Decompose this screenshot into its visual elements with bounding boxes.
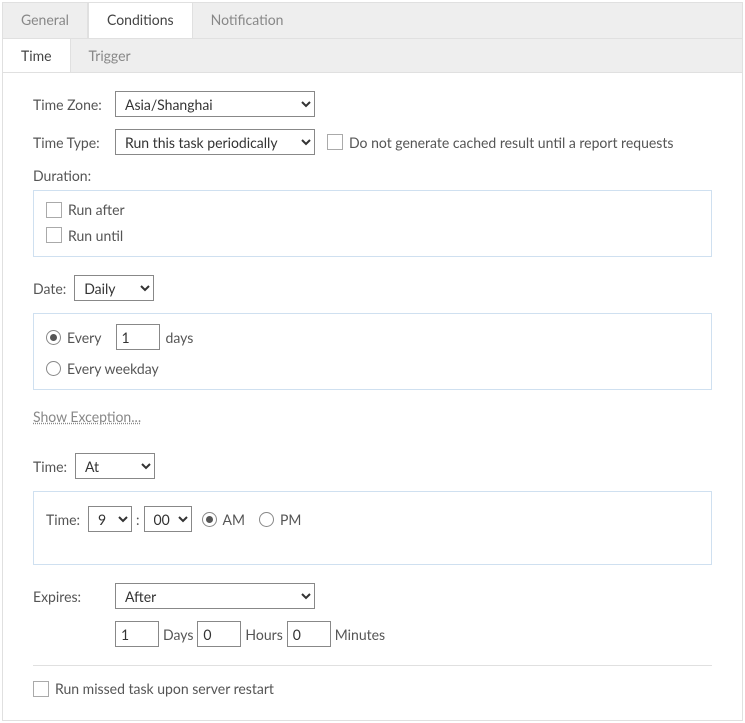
every-n-days-radio[interactable]: Every — [46, 329, 102, 346]
expires-days-label: Days — [163, 626, 193, 643]
every-days-input[interactable] — [116, 324, 160, 350]
run-missed-label: Run missed task upon server restart — [55, 680, 274, 697]
radio-icon — [46, 361, 61, 376]
pm-radio[interactable]: PM — [259, 511, 301, 528]
radio-icon — [202, 512, 217, 527]
checkbox-icon — [46, 227, 62, 243]
every-weekday-label: Every weekday — [67, 360, 159, 377]
timetype-label: Time Type: — [33, 134, 115, 151]
no-cache-checkbox[interactable]: Do not generate cached result until a re… — [327, 134, 673, 151]
timezone-select[interactable]: Asia/Shanghai — [115, 91, 315, 117]
radio-icon — [259, 512, 274, 527]
run-after-checkbox[interactable]: Run after — [46, 201, 125, 218]
tab-trigger[interactable]: Trigger — [71, 39, 149, 72]
tab-conditions[interactable]: Conditions — [88, 3, 193, 38]
checkbox-icon — [327, 134, 343, 150]
expires-minutes-input[interactable] — [287, 621, 331, 647]
radio-icon — [46, 330, 61, 345]
checkbox-icon — [46, 202, 62, 218]
hour-select[interactable]: 9 — [88, 506, 132, 532]
no-cache-label: Do not generate cached result until a re… — [349, 134, 673, 151]
expires-days-input[interactable] — [115, 621, 159, 647]
run-missed-checkbox[interactable]: Run missed task upon server restart — [33, 680, 274, 697]
run-until-label: Run until — [68, 227, 123, 244]
run-until-checkbox[interactable]: Run until — [46, 227, 123, 244]
main-tabs: General Conditions Notification — [3, 3, 742, 39]
every-weekday-radio[interactable]: Every weekday — [46, 360, 159, 377]
duration-box: Run after Run until — [33, 190, 712, 257]
expires-hours-label: Hours — [245, 626, 282, 643]
date-select[interactable]: Daily — [74, 275, 154, 301]
time-mode-select[interactable]: At — [75, 453, 155, 479]
timezone-label: Time Zone: — [33, 96, 115, 113]
am-label: AM — [223, 511, 245, 528]
duration-label: Duration: — [33, 167, 712, 184]
expires-label: Expires: — [33, 588, 115, 605]
divider — [33, 665, 712, 666]
timetype-select[interactable]: Run this task periodically — [115, 129, 315, 155]
minute-select[interactable]: 00 — [144, 506, 192, 532]
time-inner-label: Time: — [46, 511, 80, 528]
expires-hours-input[interactable] — [197, 621, 241, 647]
time-box: Time: 9 : 00 AM PM — [33, 491, 712, 565]
pm-label: PM — [280, 511, 301, 528]
am-radio[interactable]: AM — [202, 511, 245, 528]
date-label: Date: — [33, 280, 66, 297]
expires-minutes-label: Minutes — [335, 626, 385, 643]
time-tab-content: Time Zone: Asia/Shanghai Time Type: Run … — [3, 73, 742, 720]
date-box: Every days Every weekday — [33, 313, 712, 390]
run-after-label: Run after — [68, 201, 125, 218]
checkbox-icon — [33, 681, 49, 697]
time-label: Time: — [33, 458, 67, 475]
time-colon: : — [136, 511, 140, 528]
expires-mode-select[interactable]: After — [115, 583, 315, 609]
sub-tabs: Time Trigger — [3, 39, 742, 73]
every-suffix: days — [166, 329, 194, 346]
conditions-panel: General Conditions Notification Time Tri… — [2, 2, 743, 721]
tab-time[interactable]: Time — [3, 39, 71, 72]
show-exception-link[interactable]: Show Exception... — [33, 408, 141, 425]
tab-general[interactable]: General — [3, 3, 88, 38]
tab-notification[interactable]: Notification — [193, 3, 302, 38]
every-prefix: Every — [67, 329, 102, 346]
